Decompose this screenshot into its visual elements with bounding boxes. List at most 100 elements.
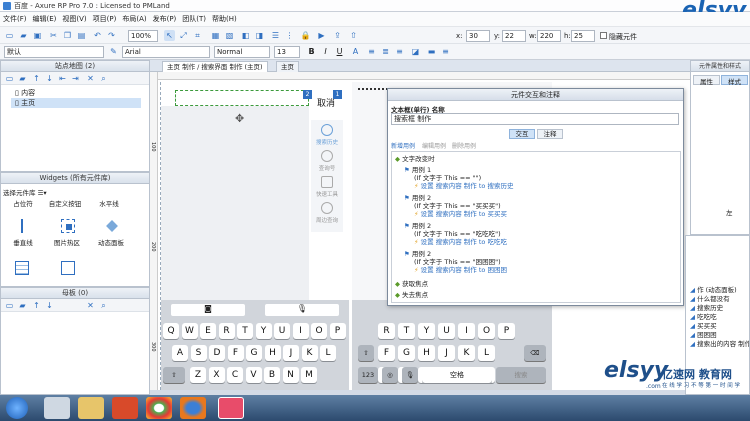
key[interactable]: Q bbox=[163, 323, 179, 339]
outline-item[interactable]: ◢ 买买买 bbox=[690, 322, 717, 330]
delete-icon[interactable]: ✕ bbox=[85, 300, 96, 311]
key[interactable]: E bbox=[200, 323, 216, 339]
event-text-change[interactable]: ◆ 文字改变时 bbox=[395, 155, 435, 163]
vertical-line-icon[interactable] bbox=[15, 219, 29, 233]
key[interactable]: V bbox=[245, 367, 262, 383]
menu-widget-icon[interactable] bbox=[61, 261, 75, 275]
backspace-icon[interactable]: ⌫ bbox=[524, 345, 546, 361]
case-action[interactable]: ⚡ 设置 搜索内容 制作 to 买买买 bbox=[414, 210, 507, 218]
key[interactable]: P bbox=[329, 323, 346, 339]
tab-note[interactable]: 注释 bbox=[537, 129, 563, 139]
key[interactable]: J bbox=[438, 345, 455, 361]
event-blur[interactable]: ◆ 失去焦点 bbox=[395, 291, 428, 299]
add-master-icon[interactable]: ▭ bbox=[4, 300, 15, 311]
key[interactable]: G bbox=[246, 345, 262, 361]
key[interactable]: C bbox=[227, 367, 243, 383]
history-icon[interactable] bbox=[321, 124, 333, 136]
h-field[interactable]: 25 bbox=[571, 30, 595, 42]
case-action[interactable]: ⚡ 设置 搜索内容 制作 to 吃吃吃 bbox=[414, 238, 507, 246]
group-icon[interactable]: ▦ bbox=[210, 30, 221, 41]
key[interactable]: K bbox=[458, 345, 475, 361]
text-color-icon[interactable]: A bbox=[350, 46, 361, 57]
key[interactable]: Y bbox=[255, 323, 272, 339]
menu-item[interactable]: 发布(P) bbox=[150, 12, 180, 24]
case-action[interactable]: ⚡ 设置 搜索内容 制作 to 搜索历史 bbox=[414, 182, 513, 190]
key[interactable]: Z bbox=[190, 367, 206, 383]
delete-case-link[interactable]: 删除用例 bbox=[452, 141, 476, 150]
add-folder-icon[interactable]: ▰ bbox=[17, 73, 28, 84]
tools-icon[interactable] bbox=[321, 176, 333, 188]
start-button[interactable] bbox=[6, 397, 28, 419]
size-select[interactable]: 13 bbox=[274, 46, 300, 58]
key[interactable]: Y bbox=[418, 323, 435, 339]
send-back-icon[interactable]: ◨ bbox=[254, 30, 265, 41]
weight-select[interactable]: Normal bbox=[214, 46, 270, 58]
hotspot-icon[interactable] bbox=[61, 219, 75, 233]
line-width-icon[interactable]: ≡ bbox=[440, 46, 451, 57]
key[interactable]: H bbox=[418, 345, 435, 361]
key[interactable]: N bbox=[282, 367, 299, 383]
align-center-icon[interactable]: ≣ bbox=[380, 46, 391, 57]
italic-icon[interactable]: I bbox=[320, 46, 331, 57]
bring-front-icon[interactable]: ◧ bbox=[240, 30, 251, 41]
move-up-icon[interactable]: ↑ bbox=[31, 73, 42, 84]
key[interactable]: F bbox=[227, 345, 244, 361]
app-icon[interactable] bbox=[112, 397, 138, 419]
event-focus[interactable]: ◆ 获取焦点 bbox=[395, 280, 428, 288]
align-icon[interactable]: ☰ bbox=[270, 30, 281, 41]
crop-icon[interactable]: ⌗ bbox=[192, 30, 203, 41]
tab-home-search[interactable]: 主页 制作 / 搜索界面 制作 (主页) bbox=[162, 61, 268, 72]
fill-icon[interactable]: ◪ bbox=[410, 46, 421, 57]
key[interactable]: J bbox=[283, 345, 299, 361]
move-down-icon[interactable]: ↓ bbox=[44, 73, 55, 84]
indent-icon[interactable]: ⇤ bbox=[57, 73, 68, 84]
outline-item[interactable]: ◢ 什么都没有 bbox=[690, 295, 730, 303]
redo-icon[interactable]: ↷ bbox=[106, 30, 117, 41]
key[interactable]: O bbox=[478, 323, 495, 339]
chrome-icon[interactable] bbox=[146, 397, 172, 419]
tab-properties[interactable]: 属性 bbox=[693, 75, 720, 86]
copy-icon[interactable]: ❐ bbox=[62, 30, 73, 41]
move-up-icon[interactable]: ↑ bbox=[31, 300, 42, 311]
tab-interaction[interactable]: 交互 bbox=[509, 129, 535, 139]
case-item[interactable]: ⚑ 用例 1 bbox=[404, 166, 431, 174]
sitemap-item-content[interactable]: ▯ 内容 bbox=[15, 88, 35, 98]
outline-item[interactable]: ◢ 搜索历史 bbox=[690, 304, 723, 312]
library-selector[interactable]: 选择元件库 ☰▾ bbox=[3, 187, 47, 197]
key[interactable]: K bbox=[301, 345, 318, 361]
key[interactable]: O bbox=[311, 323, 327, 339]
underline-icon[interactable]: U bbox=[334, 46, 345, 57]
key[interactable]: D bbox=[209, 345, 225, 361]
outline-item[interactable]: ◢ 困困困 bbox=[690, 331, 717, 339]
x-field[interactable]: 30 bbox=[466, 30, 490, 42]
tab-home[interactable]: 主页 bbox=[276, 61, 299, 72]
zoom-select[interactable]: 100% bbox=[128, 30, 158, 42]
maxthon-icon[interactable] bbox=[44, 397, 70, 419]
distribute-icon[interactable]: ⋮ bbox=[284, 30, 295, 41]
cut-icon[interactable]: ✂ bbox=[48, 30, 59, 41]
align-left-icon[interactable]: ≡ bbox=[366, 46, 377, 57]
outdent-icon[interactable]: ⇥ bbox=[70, 73, 81, 84]
key[interactable]: B bbox=[264, 367, 280, 383]
new-icon[interactable]: ▭ bbox=[4, 30, 15, 41]
key[interactable]: F bbox=[378, 345, 395, 361]
dynamic-panel-icon[interactable] bbox=[105, 219, 119, 233]
edit-case-link[interactable]: 编辑用例 bbox=[422, 141, 446, 150]
share-icon[interactable]: ⇪ bbox=[332, 30, 343, 41]
outline-item[interactable]: ◢ 作 (动态面板) bbox=[690, 286, 737, 294]
space-key[interactable]: 空格 bbox=[422, 367, 492, 383]
menu-item[interactable]: 帮助(H) bbox=[209, 12, 240, 24]
style-select[interactable]: 默认 bbox=[4, 46, 104, 58]
key[interactable]: L bbox=[478, 345, 495, 361]
case-action[interactable]: ⚡ 设置 搜索内容 制作 to 困困困 bbox=[414, 266, 507, 274]
font-select[interactable]: Arial bbox=[122, 46, 210, 58]
shift-icon[interactable]: ⇧ bbox=[358, 345, 374, 361]
key[interactable]: I bbox=[458, 323, 475, 339]
menu-item[interactable]: 视图(V) bbox=[59, 12, 89, 24]
ungroup-icon[interactable]: ▧ bbox=[224, 30, 235, 41]
globe-icon[interactable]: ◎ bbox=[382, 367, 398, 383]
user-icon[interactable] bbox=[321, 150, 333, 162]
widget-name-field[interactable]: 搜索框 制作 bbox=[391, 113, 679, 125]
move-down-icon[interactable]: ↓ bbox=[44, 300, 55, 311]
publish-icon[interactable]: ⇧ bbox=[348, 30, 359, 41]
